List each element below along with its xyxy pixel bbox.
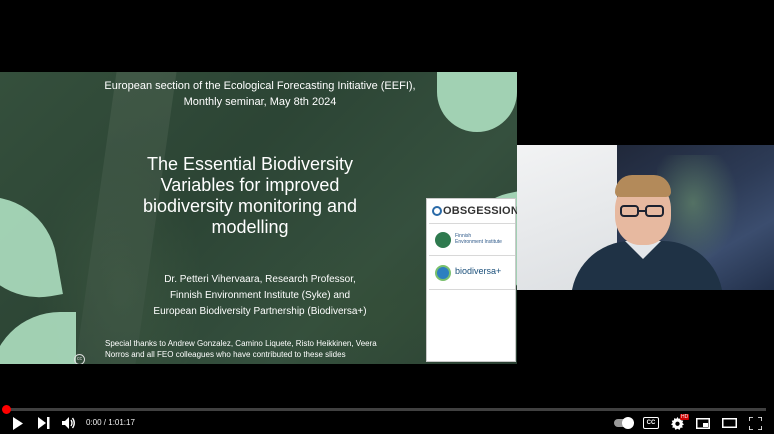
video-player[interactable]: European section of the Ecological Forec…: [0, 0, 774, 434]
syke-logo: Finnish Environment Institute: [429, 227, 515, 256]
autoplay-knob: [622, 417, 634, 429]
play-icon: [13, 416, 23, 430]
miniplayer-button[interactable]: [693, 414, 713, 432]
fullscreen-button[interactable]: [745, 414, 765, 432]
slide-author: Dr. Petteri Vihervaara, Research Profess…: [153, 274, 367, 317]
mute-button[interactable]: [58, 414, 80, 432]
captions-button[interactable]: CC: [641, 414, 661, 432]
fullscreen-icon: [748, 416, 762, 430]
next-button[interactable]: [34, 414, 54, 432]
play-button[interactable]: [8, 414, 28, 432]
captions-icon: CC: [643, 417, 659, 429]
speaker-webcam: [517, 145, 774, 290]
obsgession-emblem-icon: [432, 206, 442, 216]
miniplayer-icon: [696, 417, 710, 429]
partner-logos: OBSGESSION Finnish Environment Institute…: [426, 198, 519, 362]
syke-emblem-icon: [435, 232, 451, 248]
progress-bar[interactable]: [8, 408, 766, 411]
glasses: [620, 205, 666, 219]
autoplay-toggle[interactable]: [612, 414, 634, 432]
time-display: 0:00 / 1:01:17: [86, 418, 135, 427]
hd-badge: HD: [680, 414, 690, 420]
creative-commons-icon: cc: [74, 354, 85, 364]
biodiversa-emblem-icon: [435, 265, 451, 281]
volume-icon: [62, 417, 75, 429]
slide-title: The Essential Biodiversity Variables for…: [142, 154, 358, 237]
theater-icon: [721, 418, 737, 428]
theater-mode-button[interactable]: [718, 414, 740, 432]
seminar-series: European section of the Ecological Forec…: [104, 80, 416, 108]
progress-scrubber[interactable]: [2, 405, 11, 414]
slide-acknowledgements: Special thanks to Andrew Gonzalez, Camin…: [105, 339, 377, 359]
biodiversa-logo: biodiversa+: [429, 259, 515, 290]
obsgession-logo: OBSGESSION: [429, 201, 519, 224]
next-icon: [38, 417, 50, 429]
